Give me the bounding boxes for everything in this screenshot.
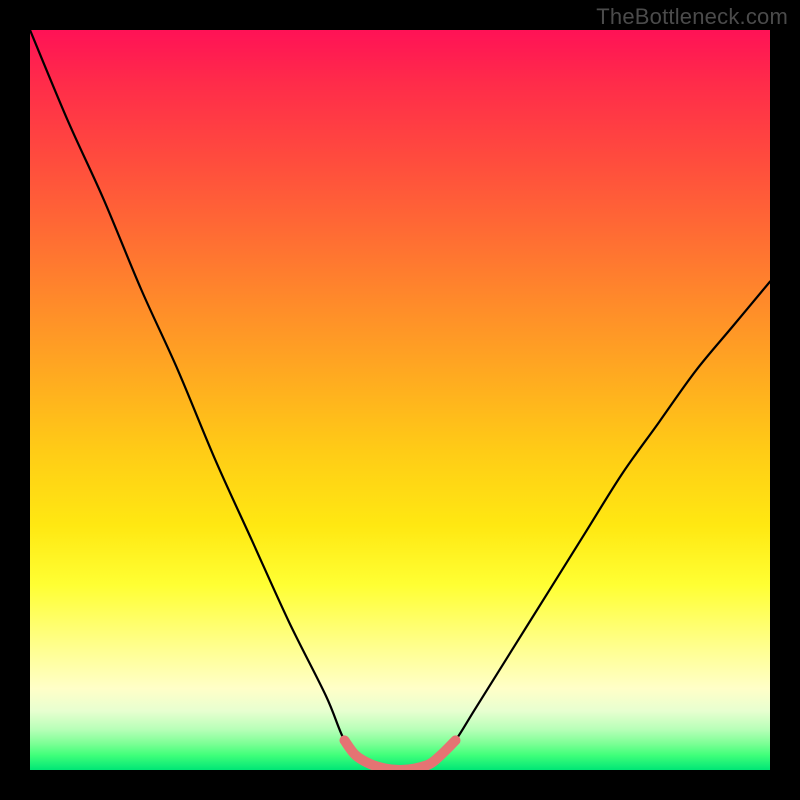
optimal-marker: [345, 740, 456, 770]
curve-layer: [30, 30, 770, 770]
bottleneck-curve: [30, 30, 770, 770]
plot-area: [30, 30, 770, 770]
watermark-label: TheBottleneck.com: [596, 4, 788, 30]
chart-frame: TheBottleneck.com: [0, 0, 800, 800]
